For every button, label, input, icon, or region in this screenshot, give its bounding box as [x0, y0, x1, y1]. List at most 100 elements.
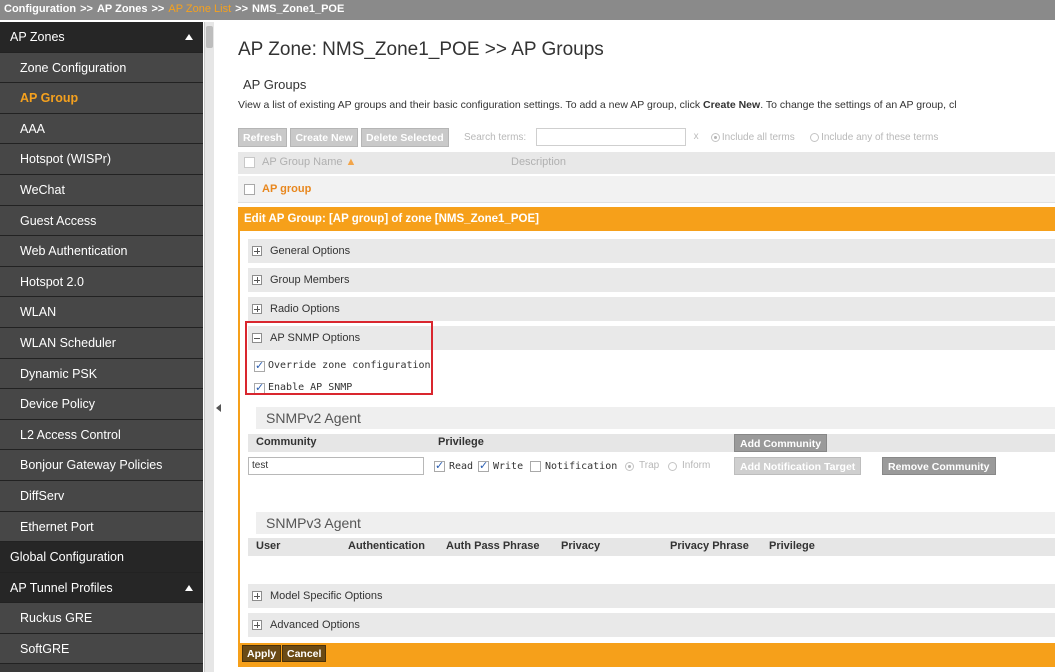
expand-plus-icon[interactable]: [252, 275, 262, 285]
sidebar-item-label: Device Policy: [20, 397, 96, 412]
breadcrumb: Configuration >> AP Zones >> AP Zone List >> N…: [0, 0, 1055, 20]
column-header-privilege: Privilege: [438, 436, 484, 448]
sidebar-collapse-left-icon[interactable]: [216, 404, 221, 412]
sort-asc-icon: ▲: [345, 156, 357, 168]
snmpv2-agent-title: SNMPv2 Agent: [256, 407, 1055, 429]
include-any-radio[interactable]: [810, 133, 820, 143]
column-header-authentication: Authentication: [348, 540, 425, 552]
sidebar-item-guest-access[interactable]: Guest Access: [0, 205, 203, 237]
group-members-bar[interactable]: Group Members: [248, 268, 1055, 292]
sidebar: AP Zones Zone Configuration AP Group AAA…: [0, 22, 203, 672]
sidebar-item-ap-group[interactable]: AP Group: [0, 83, 203, 114]
table-row[interactable]: AP group: [238, 176, 1055, 203]
intro-text-end: . To change the settings of an AP group,…: [760, 99, 957, 111]
read-label: Read: [449, 461, 474, 472]
sidebar-item-label: AAA: [20, 121, 46, 136]
sidebar-item-device-policy[interactable]: Device Policy: [0, 389, 203, 420]
sidebar-item-label: AP Group: [20, 91, 79, 106]
sidebar-item-label: DiffServ: [20, 488, 65, 503]
delete-selected-button[interactable]: Delete Selected: [361, 128, 449, 147]
expand-plus-icon[interactable]: [252, 620, 262, 630]
clear-search-icon[interactable]: x: [694, 131, 699, 142]
breadcrumb-configuration[interactable]: Configuration: [4, 3, 76, 15]
notification-label: Notification: [545, 461, 618, 472]
sidebar-item-ruckus-gre[interactable]: Ruckus GRE: [0, 603, 203, 634]
sidebar-header-ap-zones[interactable]: AP Zones: [0, 22, 203, 53]
collapse-up-icon: [185, 34, 193, 40]
sidebar-item-zone-configuration[interactable]: Zone Configuration: [0, 52, 203, 84]
breadcrumb-separator: >>: [151, 3, 165, 15]
sidebar-item-hotspot-wispr[interactable]: Hotspot (WISPr): [0, 144, 203, 175]
sidebar-header-ap-tunnel-profiles[interactable]: AP Tunnel Profiles: [0, 572, 203, 604]
search-mode-group: Include all terms Include any of these t…: [710, 128, 939, 147]
include-all-radio[interactable]: [710, 133, 720, 143]
add-community-button[interactable]: Add Community: [734, 434, 828, 452]
sidebar-item-bonjour-gateway-policies[interactable]: Bonjour Gateway Policies: [0, 450, 203, 481]
advanced-options-label: Advanced Options: [270, 619, 360, 631]
column-header-label: AP Group Name: [262, 156, 343, 168]
expand-plus-icon[interactable]: [252, 591, 262, 601]
refresh-button[interactable]: Refresh: [238, 128, 288, 147]
column-header-community: Community: [256, 436, 317, 448]
collapse-up-icon: [185, 584, 193, 591]
create-new-button[interactable]: Create New: [290, 128, 358, 147]
group-members-label: Group Members: [270, 274, 350, 286]
write-label: Write: [493, 461, 524, 472]
ap-group-name-link[interactable]: AP group: [262, 183, 311, 195]
column-header-description[interactable]: Description: [511, 156, 566, 168]
sidebar-item-hotspot-2-0[interactable]: Hotspot 2.0: [0, 266, 203, 298]
row-checkbox[interactable]: [244, 184, 255, 195]
search-input[interactable]: x: [535, 128, 699, 146]
grid-header: AP Group Name ▲ Description: [238, 152, 1055, 174]
edit-ap-group-panel: Edit AP Group: [AP group] of zone [NMS_Z…: [238, 207, 1055, 667]
read-checkbox[interactable]: [434, 459, 445, 472]
model-specific-options-label: Model Specific Options: [270, 590, 383, 602]
sidebar-item-aaa[interactable]: AAA: [0, 113, 203, 145]
column-header-privilege: Privilege: [769, 540, 815, 552]
sidebar-header-global-configuration[interactable]: Global Configuration: [0, 542, 203, 573]
sidebar-item-wechat[interactable]: WeChat: [0, 174, 203, 206]
column-header-auth-pass-phrase: Auth Pass Phrase: [446, 540, 540, 552]
trap-radio[interactable]: [625, 462, 634, 471]
sidebar-item-label: WLAN Scheduler: [20, 335, 116, 350]
sidebar-scrollbar[interactable]: [204, 22, 214, 672]
apply-button[interactable]: Apply: [242, 645, 282, 662]
select-all-checkbox[interactable]: [244, 157, 255, 168]
sidebar-item-l2-access-control[interactable]: L2 Access Control: [0, 419, 203, 451]
sidebar-item-ethernet-port[interactable]: Ethernet Port: [0, 511, 203, 543]
sidebar-item-diffserv[interactable]: DiffServ: [0, 480, 203, 512]
remove-community-button[interactable]: Remove Community: [882, 457, 996, 475]
general-options-bar[interactable]: General Options: [248, 239, 1055, 263]
include-all-label: Include all terms: [721, 132, 795, 144]
add-notification-target-button[interactable]: Add Notification Target: [734, 457, 862, 475]
snmpv3-table-header: User Authentication Auth Pass Phrase Pri…: [248, 538, 1055, 556]
cancel-button[interactable]: Cancel: [282, 645, 327, 662]
sidebar-item-dynamic-psk[interactable]: Dynamic PSK: [0, 358, 203, 390]
sidebar-item-softgre[interactable]: SoftGRE: [0, 633, 203, 665]
breadcrumb-ap-zones[interactable]: AP Zones: [97, 3, 148, 15]
write-checkbox[interactable]: [478, 459, 489, 472]
expand-plus-icon[interactable]: [252, 304, 262, 314]
breadcrumb-current: NMS_Zone1_POE: [252, 3, 345, 15]
include-any-label: Include any of these terms: [821, 132, 939, 144]
sidebar-item-wlan[interactable]: WLAN: [0, 297, 203, 328]
column-header-ap-group-name[interactable]: AP Group Name ▲: [262, 156, 356, 168]
sidebar-item-label: Bonjour Gateway Policies: [20, 458, 163, 473]
scrollbar-thumb[interactable]: [206, 26, 213, 48]
inform-radio[interactable]: [668, 462, 677, 471]
notification-checkbox[interactable]: [530, 461, 541, 472]
highlight-annotation-box: [245, 321, 433, 395]
advanced-options-bar[interactable]: Advanced Options: [248, 613, 1055, 637]
expand-plus-icon[interactable]: [252, 246, 262, 256]
model-specific-options-bar[interactable]: Model Specific Options: [248, 584, 1055, 608]
breadcrumb-ap-zone-list[interactable]: AP Zone List: [168, 3, 231, 15]
sidebar-item-label: WeChat: [20, 182, 65, 197]
main-content: AP Zone: NMS_Zone1_POE >> AP Groups AP G…: [230, 22, 1055, 672]
sidebar-item-wlan-scheduler[interactable]: WLAN Scheduler: [0, 327, 203, 359]
sidebar-item-web-authentication[interactable]: Web Authentication: [0, 236, 203, 267]
intro-text-bold: Create New: [703, 99, 761, 111]
intro-text: View a list of existing AP groups and th…: [238, 99, 1055, 111]
community-input[interactable]: test: [248, 457, 424, 475]
radio-options-bar[interactable]: Radio Options: [248, 297, 1055, 321]
breadcrumb-separator: >>: [80, 3, 93, 15]
